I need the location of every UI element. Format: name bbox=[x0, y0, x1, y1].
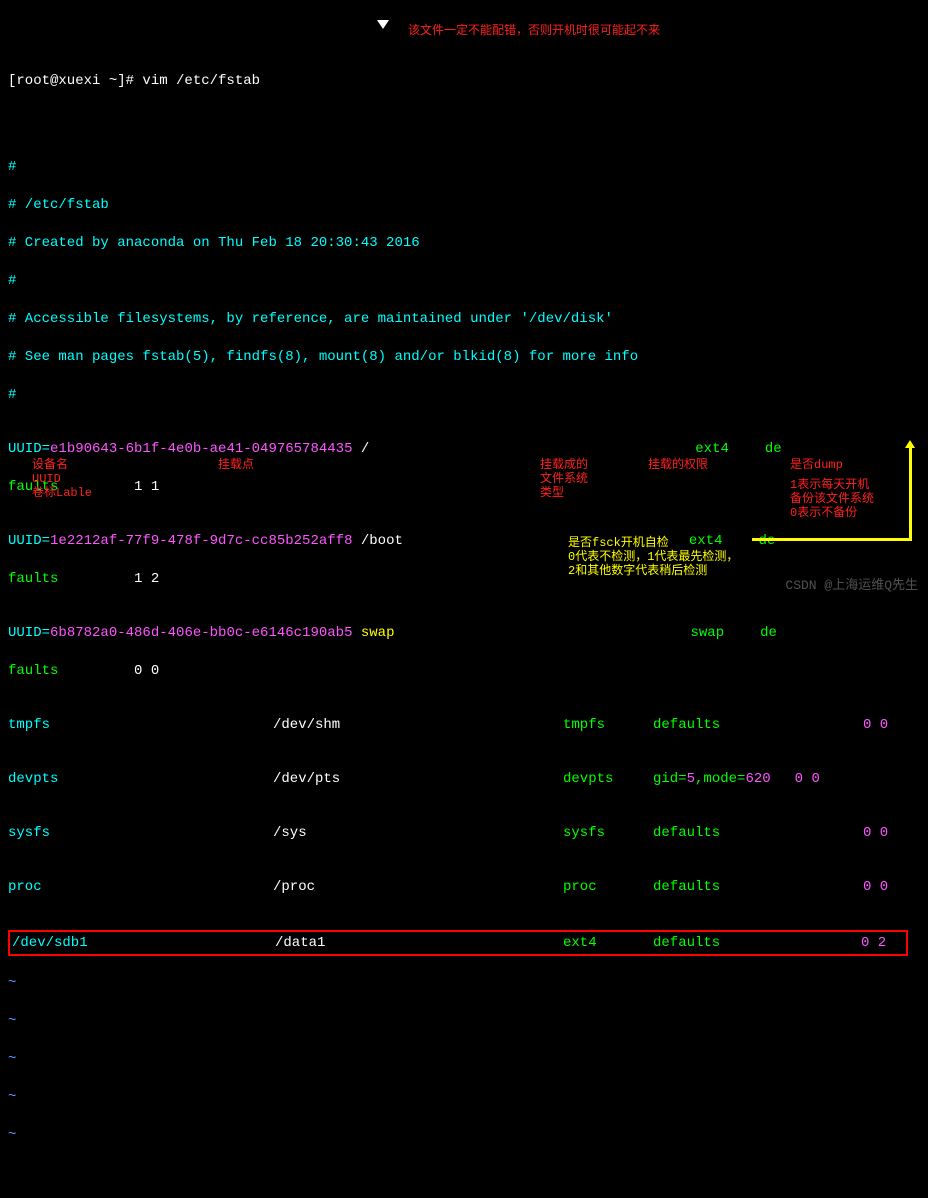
comment-path: # /etc/fstab bbox=[8, 194, 920, 216]
comment-blank: # bbox=[8, 270, 920, 292]
label-fstype: 挂载成的 文件系统 类型 bbox=[540, 458, 588, 500]
fstab-entry-boot-cont: faults 1 2 bbox=[8, 568, 920, 590]
comment-see: # See man pages fstab(5), findfs(8), mou… bbox=[8, 346, 920, 368]
fstab-proc: proc/procprocdefaults0 0 bbox=[8, 876, 920, 898]
vim-tilde: ~ bbox=[8, 1086, 920, 1108]
comment-blank: # bbox=[8, 384, 920, 406]
fstab-entry-swap: UUID=6b8782a0-486d-406e-bb0c-e6146c190ab… bbox=[8, 622, 920, 644]
label-fsck: 是否fsck开机自检 0代表不检测，1代表最先检测， 2和其他数字代表稍后检测 bbox=[568, 536, 738, 578]
label-permission: 挂载的权限 bbox=[648, 458, 708, 472]
fstab-devpts: devpts/dev/ptsdevptsgid=5,mode=6200 0 bbox=[8, 768, 920, 790]
fstab-entry-root-cont: faults 1 1 bbox=[8, 476, 920, 498]
arrow-up-icon bbox=[909, 446, 912, 538]
highlighted-entry: /dev/sdb1/data1ext4defaults0 2 bbox=[8, 930, 908, 956]
shell-prompt[interactable]: [root@xuexi ~]# vim /etc/fstab bbox=[8, 70, 920, 92]
fstab-entry-root: UUID=e1b90643-6b1f-4e0b-ae41-04976578443… bbox=[8, 438, 920, 460]
comment-blank: # bbox=[8, 156, 920, 178]
vim-tilde: ~ bbox=[8, 1048, 920, 1070]
label-dump: 是否dump bbox=[790, 458, 843, 472]
vim-tilde: ~ bbox=[8, 1124, 920, 1146]
fstab-tmpfs: tmpfs/dev/shmtmpfsdefaults0 0 bbox=[8, 714, 920, 736]
annotation-top: 该文件一定不能配错，否则开机时很可能起不来 bbox=[408, 24, 660, 38]
watermark: CSDN @上海运维Q先生 bbox=[785, 574, 918, 593]
cursor-icon bbox=[377, 20, 389, 29]
label-device: 设备名 UUID 卷标Lable bbox=[32, 458, 92, 500]
fstab-entry-swap-cont: faults 0 0 bbox=[8, 660, 920, 682]
vim-tilde: ~ bbox=[8, 1010, 920, 1032]
fstab-entry-boot: UUID=1e2212af-77f9-478f-9d7c-cc85b252aff… bbox=[8, 530, 920, 552]
comment-created: # Created by anaconda on Thu Feb 18 20:3… bbox=[8, 232, 920, 254]
label-mountpoint: 挂载点 bbox=[218, 458, 254, 472]
comment-accessible: # Accessible filesystems, by reference, … bbox=[8, 308, 920, 330]
arrow-left-icon bbox=[752, 538, 912, 541]
label-dump-desc: 1表示每天开机 备份该文件系统 0表示不备份 bbox=[790, 478, 874, 520]
vim-tilde: ~ bbox=[8, 972, 920, 994]
fstab-sysfs: sysfs/syssysfsdefaults0 0 bbox=[8, 822, 920, 844]
